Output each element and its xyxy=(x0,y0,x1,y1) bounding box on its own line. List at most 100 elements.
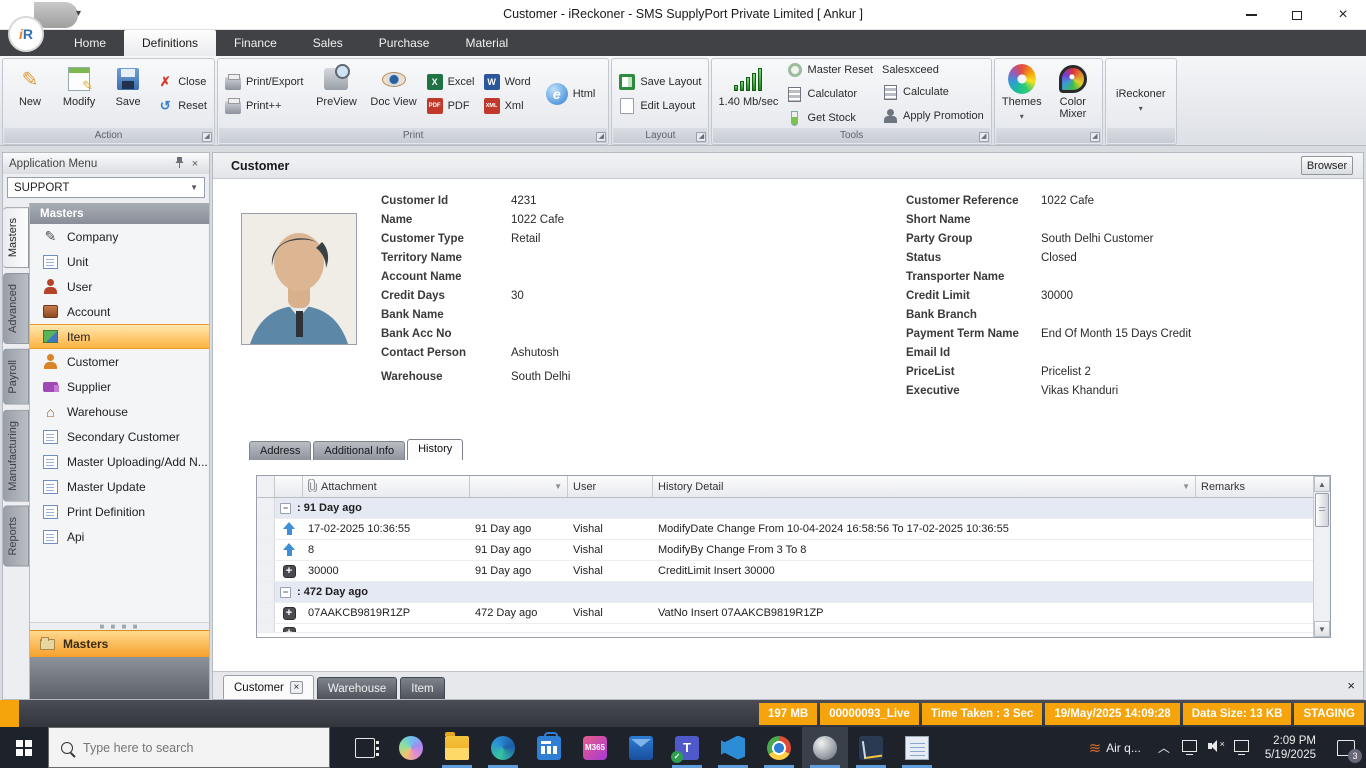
tools-dialog-launcher[interactable]: ◢ xyxy=(979,132,989,142)
chrome-button[interactable] xyxy=(756,727,802,768)
vertical-tab-reports[interactable]: Reports xyxy=(3,506,29,567)
vscode-button[interactable] xyxy=(710,727,756,768)
close-record-button[interactable]: ✗Close xyxy=(154,73,210,91)
sidebar-item-master-update[interactable]: Master Update xyxy=(30,474,209,499)
masters-bottom-button[interactable]: Masters xyxy=(30,630,209,657)
maximize-button[interactable] xyxy=(1274,0,1320,30)
sidebar-item-item[interactable]: Item xyxy=(30,324,209,349)
attachment-column-header[interactable]: Attachment xyxy=(303,476,470,497)
master-reset-button[interactable]: Master Reset xyxy=(784,61,876,79)
ribbon-tab-material[interactable]: Material xyxy=(447,30,526,56)
group-row[interactable]: −: 91 Day ago xyxy=(257,498,1313,519)
ireckoner-menu-button[interactable]: iReckoner▾ xyxy=(1110,62,1172,126)
close-button[interactable]: × xyxy=(1320,0,1366,30)
salesxceed-button[interactable]: Salesxceed xyxy=(879,63,987,77)
preview-button[interactable]: PreView xyxy=(309,62,363,126)
weather-widget[interactable]: ≋ Air q... xyxy=(1079,739,1151,757)
pdf-button[interactable]: PDFPDF xyxy=(424,97,478,115)
sidebar-item-user[interactable]: User xyxy=(30,274,209,299)
ribbon-tab-definitions[interactable]: Definitions xyxy=(124,30,216,56)
sidebar-item-unit[interactable]: Unit xyxy=(30,249,209,274)
ssms-button[interactable] xyxy=(848,727,894,768)
ribbon-tab-purchase[interactable]: Purchase xyxy=(361,30,448,56)
speaker-muted-icon[interactable]: × xyxy=(1203,739,1229,756)
notification-center-button[interactable]: 3 xyxy=(1326,727,1366,768)
outlook-button[interactable] xyxy=(618,727,664,768)
scroll-up-icon[interactable]: ▲ xyxy=(1314,476,1330,492)
clock[interactable]: 2:09 PM 5/19/2025 xyxy=(1255,734,1326,762)
collapse-icon[interactable]: − xyxy=(280,587,291,598)
doc-tab-close-icon[interactable]: × xyxy=(290,681,303,694)
search-box[interactable] xyxy=(48,727,330,768)
filter-icon[interactable]: ▼ xyxy=(554,482,562,491)
table-row[interactable]: 17-02-2025 10:36:5591 Day agoVishalModif… xyxy=(257,519,1313,540)
edit-layout-button[interactable]: Edit Layout xyxy=(616,97,704,115)
search-input[interactable] xyxy=(83,741,283,755)
xml-button[interactable]: XMLXml xyxy=(481,97,534,115)
table-row[interactable]: +07AAKCB9819R1ZP472 Day agoVishalVatNo I… xyxy=(257,603,1313,624)
collapse-icon[interactable]: − xyxy=(280,503,291,514)
vertical-tab-payroll[interactable]: Payroll xyxy=(3,349,29,405)
action-dialog-launcher[interactable]: ◢ xyxy=(202,132,212,142)
strip-close-icon[interactable]: × xyxy=(1347,678,1355,693)
user-column-header[interactable]: User xyxy=(568,476,653,497)
task-view-button[interactable] xyxy=(342,727,388,768)
new-button[interactable]: ✎New xyxy=(7,62,53,126)
calculator-button[interactable]: Calculator xyxy=(784,85,876,103)
vertical-tab-advanced[interactable]: Advanced xyxy=(3,273,29,344)
ireckoner-taskbar-button[interactable] xyxy=(802,727,848,768)
profile-selector[interactable]: SUPPORT ▼ xyxy=(7,177,205,198)
vertical-scrollbar[interactable]: ▲ ▼ xyxy=(1313,476,1330,637)
print-dialog-launcher[interactable]: ◢ xyxy=(596,132,606,142)
ribbon-tab-finance[interactable]: Finance xyxy=(216,30,295,56)
copilot-button[interactable] xyxy=(388,727,434,768)
ribbon-tab-home[interactable]: Home xyxy=(56,30,124,56)
print-plus-button[interactable]: Print++ xyxy=(222,97,306,115)
apply-promotion-button[interactable]: Apply Promotion xyxy=(879,107,987,125)
tray-chevron-icon[interactable]: ︿ xyxy=(1151,739,1177,756)
print-export-button[interactable]: Print/Export xyxy=(222,73,306,91)
m365-button[interactable]: M365 xyxy=(572,727,618,768)
table-row[interactable]: 891 Day agoVishalModifyBy Change From 3 … xyxy=(257,540,1313,561)
modify-button[interactable]: Modify xyxy=(56,62,102,126)
reset-button[interactable]: ↺Reset xyxy=(154,97,210,115)
sidebar-item-account[interactable]: Account xyxy=(30,299,209,324)
sidebar-item-secondary-customer[interactable]: Secondary Customer xyxy=(30,424,209,449)
edge-button[interactable] xyxy=(480,727,526,768)
doc-tab-warehouse[interactable]: Warehouse xyxy=(317,677,397,699)
scrollbar-thumb[interactable] xyxy=(1315,493,1329,527)
layout-dialog-launcher[interactable]: ◢ xyxy=(696,132,706,142)
sidebar-item-print-definition[interactable]: Print Definition xyxy=(30,499,209,524)
themes-dialog-launcher[interactable]: ◢ xyxy=(1090,132,1100,142)
network-icon[interactable] xyxy=(1229,740,1255,755)
html-button[interactable]: eHtml xyxy=(543,82,599,106)
doc-view-button[interactable]: Doc View xyxy=(367,62,421,126)
vertical-tab-masters[interactable]: Masters xyxy=(3,207,29,268)
sidebar-item-warehouse[interactable]: ⌂Warehouse xyxy=(30,399,209,424)
tab-additional-info[interactable]: Additional Info xyxy=(313,441,405,460)
table-row[interactable]: +3000091 Day agoVishalCreditLimit Insert… xyxy=(257,561,1313,582)
sidebar-item-api[interactable]: Api xyxy=(30,524,209,549)
save-layout-button[interactable]: Save Layout xyxy=(616,73,704,91)
age-column-header[interactable]: ▼ xyxy=(470,476,568,497)
word-button[interactable]: WWord xyxy=(481,73,534,91)
doc-tab-customer[interactable]: Customer× xyxy=(223,675,314,699)
sidebar-item-supplier[interactable]: Supplier xyxy=(30,374,209,399)
browser-button[interactable]: Browser xyxy=(1301,156,1353,175)
teams-button[interactable]: T xyxy=(664,727,710,768)
file-explorer-button[interactable] xyxy=(434,727,480,768)
excel-button[interactable]: XExcel xyxy=(424,73,478,91)
color-mixer-button[interactable]: Color Mixer xyxy=(1048,62,1098,126)
filter-icon[interactable]: ▼ xyxy=(1182,482,1190,491)
app-logo[interactable]: iR xyxy=(8,16,44,52)
store-button[interactable] xyxy=(526,727,572,768)
vertical-tab-manufacturing[interactable]: Manufacturing xyxy=(3,410,29,502)
doc-tab-item[interactable]: Item xyxy=(400,677,444,699)
start-button[interactable] xyxy=(0,727,48,768)
notepad-button[interactable] xyxy=(894,727,940,768)
tab-address[interactable]: Address xyxy=(249,441,311,460)
tablet-icon[interactable] xyxy=(1177,740,1203,755)
save-button[interactable]: Save xyxy=(105,62,151,126)
panel-splitter[interactable]: ■ ■ ■ ■ xyxy=(30,622,209,630)
themes-button[interactable]: Themes▾ xyxy=(999,62,1045,126)
